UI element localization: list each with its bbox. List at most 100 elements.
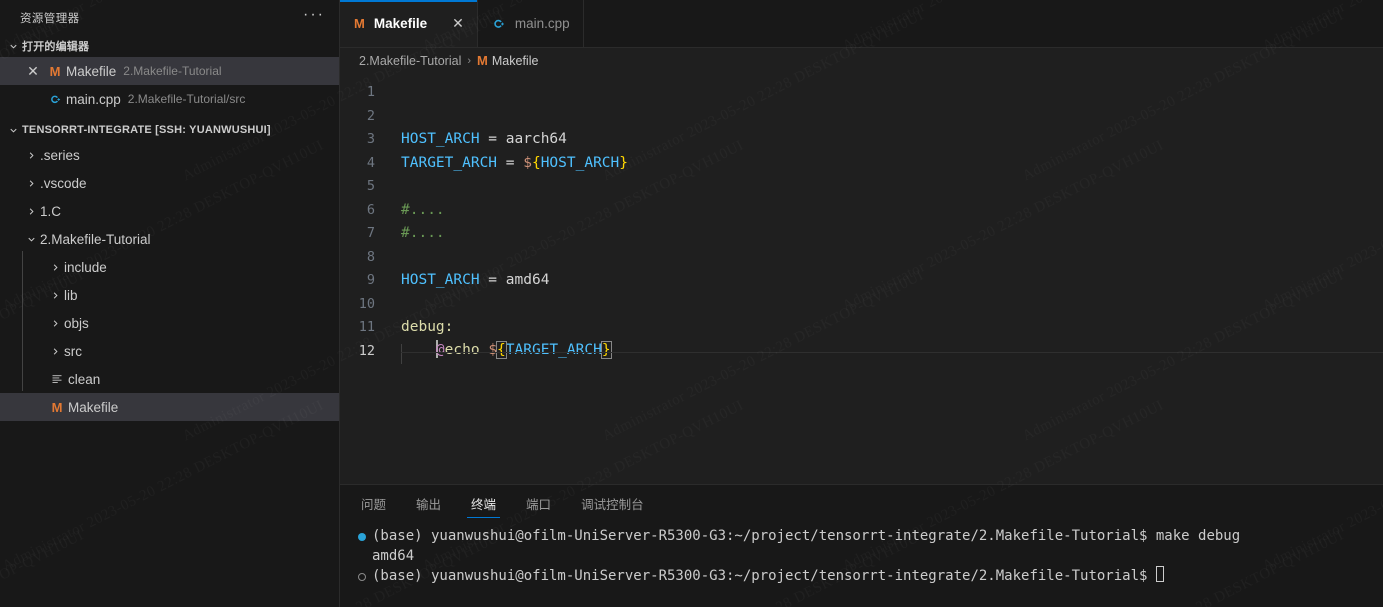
code-text: HOST_ARCH = amd64 <box>401 269 549 293</box>
line-number: 10 <box>358 295 375 312</box>
close-icon[interactable]: ✕ <box>22 63 44 80</box>
panel-tab-bar: 问题 输出 终端 端口 调试控制台 <box>340 485 1383 521</box>
code-line: 5 <box>340 175 1383 199</box>
section-open-editors[interactable]: 打开的编辑器 <box>0 35 339 57</box>
line-number: 7 <box>366 225 375 241</box>
tree-item-label: include <box>64 259 107 275</box>
tree-item-objs[interactable]: objs <box>0 309 339 337</box>
open-editor-desc: 2.Makefile-Tutorial <box>123 64 222 78</box>
code-line: 3 HOST_ARCH = aarch64 <box>340 128 1383 152</box>
panel-tab-debug-console[interactable]: 调试控制台 <box>577 485 648 521</box>
panel-tab-label: 输出 <box>416 497 442 512</box>
tree-item-label: clean <box>68 371 101 387</box>
file-tree: .series .vscode 1.C 2.Makefile-Tutorial <box>0 141 339 421</box>
line-number: 6 <box>366 201 375 218</box>
code-line: 11 debug: <box>340 316 1383 340</box>
breadcrumb: 2.Makefile-Tutorial › M Makefile <box>340 48 1383 73</box>
tree-item-lib[interactable]: lib <box>0 281 339 309</box>
code-token: #.... <box>401 225 445 241</box>
terminal-text: (base) yuanwushui@ofilm-UniServer-R5300-… <box>372 528 1241 544</box>
code-text: #.... <box>401 199 445 223</box>
code-editor[interactable]: 1 2 3 HOST_ARCH = aarch64 4 TARGET_ARCH = ${H… <box>340 73 1383 484</box>
tree-item-vscode[interactable]: .vscode <box>0 169 339 197</box>
lines-icon <box>46 373 68 385</box>
code-token: { <box>496 340 507 359</box>
tree-item-label: Makefile <box>68 399 119 415</box>
panel-tab-problems[interactable]: 问题 <box>357 485 390 521</box>
chevron-down-icon <box>4 41 22 52</box>
chevron-right-icon <box>46 318 64 329</box>
tree-item-makefile-tutorial[interactable]: 2.Makefile-Tutorial <box>0 225 339 253</box>
code-token: aarch64 <box>505 131 567 147</box>
code-token: $ <box>488 341 498 358</box>
breadcrumb-file[interactable]: Makefile <box>492 54 539 68</box>
tab-label: main.cpp <box>514 16 570 31</box>
line-number: 1 <box>366 84 375 100</box>
command-success-icon[interactable] <box>358 533 366 541</box>
open-editor-main-cpp[interactable]: main.cpp 2.Makefile-Tutorial/src <box>0 85 339 113</box>
section-project-root[interactable]: TENSORRT-INTEGRATE [SSH: YUANWUSHUI] <box>0 119 339 141</box>
panel-tab-label: 调试控制台 <box>581 497 644 512</box>
terminal-text: amd64 <box>372 548 415 564</box>
line-number: 5 <box>366 178 375 194</box>
tab-makefile[interactable]: M Makefile ✕ <box>340 0 478 47</box>
section-open-editors-label: 打开的编辑器 <box>22 41 90 53</box>
open-editor-label: main.cpp <box>66 91 121 107</box>
bottom-panel: 问题 输出 终端 端口 调试控制台 (base) yuanwushui@ofil… <box>340 484 1383 607</box>
panel-tab-label: 端口 <box>526 497 552 512</box>
sidebar-title: 资源管理器 <box>20 12 80 25</box>
code-line: 4 TARGET_ARCH = ${HOST_ARCH} <box>340 152 1383 176</box>
code-token: TARGET_ARCH <box>505 341 602 358</box>
code-token: HOST_ARCH <box>401 131 480 147</box>
terminal-line: (base) yuanwushui@ofilm-UniServer-R5300-… <box>352 566 1383 586</box>
tab-main-cpp[interactable]: main.cpp <box>477 0 584 47</box>
tab-close-icon[interactable]: ✕ <box>452 15 464 32</box>
code-line: 9 HOST_ARCH = amd64 <box>340 269 1383 293</box>
terminal-cursor <box>1155 566 1164 582</box>
tree-item-label: 1.C <box>40 203 62 219</box>
code-token: = <box>479 272 506 288</box>
tree-item-makefile[interactable]: M Makefile <box>0 393 339 421</box>
code-token: amd64 <box>505 272 550 288</box>
code-token: HOST_ARCH <box>540 154 620 171</box>
panel-tab-ports[interactable]: 端口 <box>522 485 555 521</box>
sidebar: 资源管理器 ··· 打开的编辑器 ✕ M Makefile 2.Makefile… <box>0 0 340 607</box>
project-root-label: TENSORRT-INTEGRATE [SSH: YUANWUSHUI] <box>22 124 271 136</box>
terminal-text: (base) yuanwushui@ofilm-UniServer-R5300-… <box>372 568 1156 584</box>
code-text: #.... <box>401 222 445 246</box>
editor-horizontal-scrollbar[interactable] <box>401 352 1383 353</box>
makefile-icon: M <box>477 53 488 68</box>
code-token: echo <box>444 341 480 358</box>
command-pending-icon[interactable] <box>358 573 366 581</box>
tab-label: Makefile <box>373 16 428 31</box>
chevron-right-icon <box>22 206 40 217</box>
line-number: 11 <box>358 319 375 335</box>
tree-item-include[interactable]: include <box>0 253 339 281</box>
more-actions-icon[interactable]: ··· <box>303 6 325 25</box>
code-line: 8 <box>340 246 1383 270</box>
panel-tab-output[interactable]: 输出 <box>412 485 445 521</box>
tree-item-label: src <box>64 343 82 359</box>
breadcrumb-folder[interactable]: 2.Makefile-Tutorial <box>359 54 461 68</box>
code-line: 1 <box>340 81 1383 105</box>
open-editor-label: Makefile <box>66 63 117 79</box>
open-editor-makefile[interactable]: ✕ M Makefile 2.Makefile-Tutorial <box>0 57 339 85</box>
chevron-right-icon <box>46 346 64 357</box>
chevron-right-icon <box>22 178 40 189</box>
indent-guide <box>401 343 437 364</box>
code-line: 6 #.... <box>340 199 1383 223</box>
panel-tab-label: 问题 <box>361 497 387 512</box>
code-line: 2 <box>340 105 1383 129</box>
tree-item-src[interactable]: src <box>0 337 339 365</box>
code-lines: 1 2 3 HOST_ARCH = aarch64 4 TARGET_ARCH = ${H… <box>340 73 1383 364</box>
tree-item-1c[interactable]: 1.C <box>0 197 339 225</box>
terminal-output[interactable]: (base) yuanwushui@ofilm-UniServer-R5300-… <box>340 521 1383 607</box>
code-token: #.... <box>401 201 445 218</box>
panel-tab-terminal[interactable]: 终端 <box>467 485 501 521</box>
tree-item-clean[interactable]: clean <box>0 365 339 393</box>
tree-item-label: objs <box>64 315 89 331</box>
tree-item-series[interactable]: .series <box>0 141 339 169</box>
terminal-line: (base) yuanwushui@ofilm-UniServer-R5300-… <box>352 526 1383 546</box>
code-token: @ <box>435 341 445 358</box>
